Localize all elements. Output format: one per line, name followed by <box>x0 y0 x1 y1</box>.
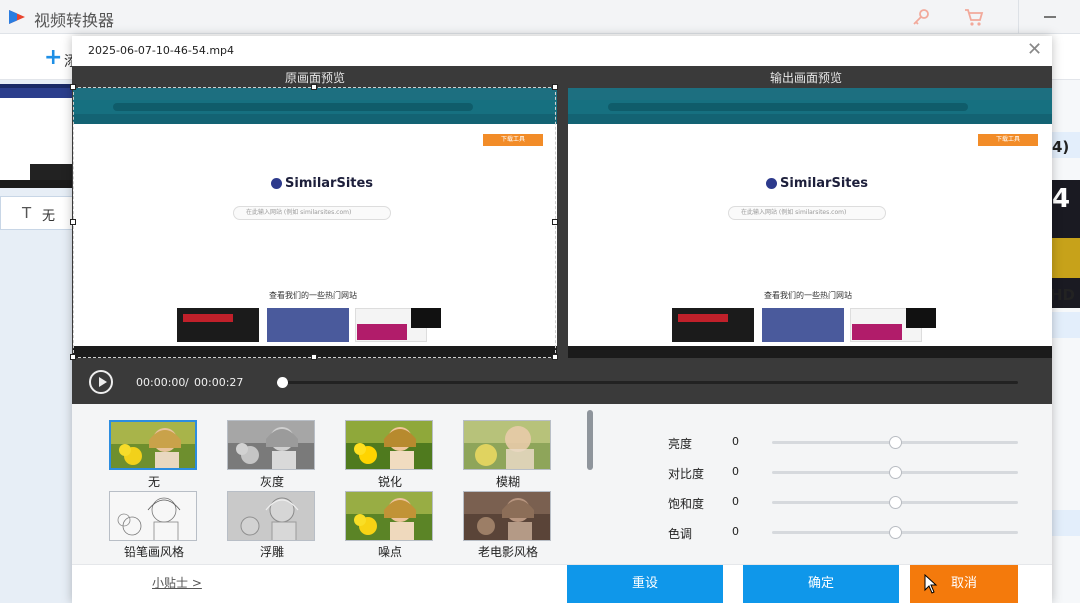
crop-handle-tr[interactable] <box>552 84 558 90</box>
effect-pencil-thumbnail[interactable] <box>109 491 197 541</box>
contrast-slider-handle[interactable] <box>889 466 902 479</box>
effect-label: 锐化 <box>335 473 445 490</box>
background-right-panel <box>1050 80 1080 603</box>
dialog-footer <box>72 564 1052 603</box>
effect-noise-thumbnail[interactable] <box>345 491 433 541</box>
effect-label: 噪点 <box>335 543 445 560</box>
preview-header: 原画面预览 输出画面预览 <box>72 66 1052 86</box>
subtitle-select-value: 无 <box>42 205 55 224</box>
crop-frame[interactable] <box>73 87 556 358</box>
hue-value: 0 <box>732 525 739 538</box>
saturation-label: 饱和度 <box>668 495 704 512</box>
minimize-button[interactable] <box>1044 16 1056 18</box>
seek-track[interactable] <box>282 381 1018 384</box>
play-icon[interactable] <box>89 370 113 394</box>
app-title: 视频转换器 <box>34 7 114 31</box>
site-logo-text: SimilarSites <box>780 176 868 191</box>
crop-handle-tl[interactable] <box>70 84 76 90</box>
app-logo-icon <box>7 7 27 27</box>
site-search-box: 在此输入网站 (例如 similarsites.com) <box>728 206 886 220</box>
effect-label: 无 <box>99 473 209 490</box>
effect-label: 模糊 <box>453 473 563 490</box>
effect-blur-thumbnail[interactable] <box>463 420 551 470</box>
effect-grayscale-thumbnail[interactable] <box>227 420 315 470</box>
crop-handle-left[interactable] <box>70 219 76 225</box>
site-tagline: 查看我们的一些热门网站 <box>764 290 852 301</box>
cart-icon[interactable] <box>963 6 985 28</box>
add-file-plus-icon[interactable]: + <box>44 48 62 68</box>
brightness-value: 0 <box>732 435 739 448</box>
contrast-value: 0 <box>732 465 739 478</box>
effect-old-film-thumbnail[interactable] <box>463 491 551 541</box>
crop-handle-right[interactable] <box>552 219 558 225</box>
total-time: 00:00:27 <box>194 376 243 389</box>
seek-handle[interactable] <box>277 377 288 388</box>
effect-label: 浮雕 <box>217 543 327 560</box>
contrast-label: 对比度 <box>668 465 704 482</box>
background-hd-text: HD <box>1050 286 1075 304</box>
crop-handle-bl[interactable] <box>70 354 76 360</box>
effect-label: 灰度 <box>217 473 327 490</box>
background-format-digit: 4 <box>1052 184 1070 214</box>
close-icon[interactable]: ✕ <box>1027 40 1042 60</box>
site-download-button: 下载工具 <box>978 134 1038 146</box>
file-thumbnail[interactable] <box>0 84 75 188</box>
effect-none-thumbnail[interactable] <box>109 420 197 470</box>
effect-emboss-thumbnail[interactable] <box>227 491 315 541</box>
background-format-text: 4) <box>1052 138 1069 156</box>
effect-label: 老电影风格 <box>453 543 563 560</box>
titlebar-separator <box>1018 0 1019 34</box>
current-time: 00:00:00 <box>136 376 185 389</box>
effect-sharpen-thumbnail[interactable] <box>345 420 433 470</box>
preview-taskbar <box>568 346 1052 358</box>
key-icon[interactable] <box>910 6 932 28</box>
output-preview-screen: 下载工具 SimilarSites 在此输入网站 (例如 similarsite… <box>568 88 1052 358</box>
output-preview-label: 输出画面预览 <box>770 69 842 86</box>
effect-label: 铅笔画风格 <box>99 543 209 560</box>
dialog-title: 2025-06-07-10-46-54.mp4 <box>88 44 234 57</box>
saturation-value: 0 <box>732 495 739 508</box>
crop-handle-br[interactable] <box>552 354 558 360</box>
video-effects-dialog: 2025-06-07-10-46-54.mp4 ✕ 原画面预览 输出画面预览 下… <box>72 36 1052 603</box>
crop-handle-top[interactable] <box>311 84 317 90</box>
brightness-slider-handle[interactable] <box>889 436 902 449</box>
ok-button[interactable]: 确定 <box>743 565 899 603</box>
subtitle-select[interactable] <box>0 196 75 230</box>
effects-scrollbar[interactable] <box>587 410 593 470</box>
reset-button[interactable]: 重设 <box>567 565 723 603</box>
site-logo-icon <box>766 178 777 189</box>
hue-slider-handle[interactable] <box>889 526 902 539</box>
hue-label: 色调 <box>668 525 692 542</box>
saturation-slider-handle[interactable] <box>889 496 902 509</box>
tips-link[interactable]: 小贴士 > <box>152 574 202 591</box>
time-separator: / <box>185 376 189 389</box>
text-t-icon: T <box>22 204 31 222</box>
crop-handle-bottom[interactable] <box>311 354 317 360</box>
brightness-label: 亮度 <box>668 435 692 452</box>
mouse-cursor-icon <box>924 574 938 594</box>
